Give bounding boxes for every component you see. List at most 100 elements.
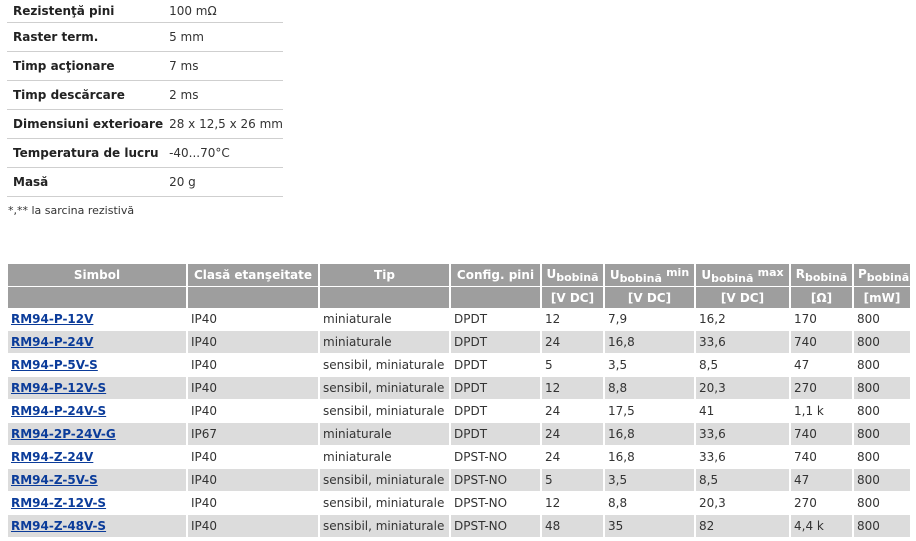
header-row: Simbol Clasă etanşeitate Tip Config. pin… xyxy=(8,264,910,286)
cell-ubobina: 48 xyxy=(540,515,603,538)
col-pbobina: Pbobină xyxy=(852,264,910,286)
cell-ubobina-min: 16,8 xyxy=(603,423,694,446)
cell-ubobina-min: 17,5 xyxy=(603,400,694,423)
product-link[interactable]: RM94-Z-5V-S xyxy=(11,473,98,487)
cell-ubobina-max: 33,6 xyxy=(694,446,789,469)
cell-pbobina: 800 xyxy=(852,446,910,469)
cell-rbobina: 740 xyxy=(789,446,852,469)
cell-tip: miniaturale xyxy=(318,308,449,331)
product-link[interactable]: RM94-P-24V xyxy=(11,335,93,349)
product-link[interactable]: RM94-P-24V-S xyxy=(11,404,106,418)
unit-cell xyxy=(8,286,186,308)
spec-row: Masă 20 g xyxy=(7,167,283,197)
product-link[interactable]: RM94-P-5V-S xyxy=(11,358,98,372)
cell-config: DPST-NO xyxy=(449,446,540,469)
col-config: Config. pini xyxy=(449,264,540,286)
cell-config: DPST-NO xyxy=(449,492,540,515)
cell-pbobina: 800 xyxy=(852,308,910,331)
spec-row: Timp descărcare 2 ms xyxy=(7,80,283,110)
product-link[interactable]: RM94-2P-24V-G xyxy=(11,427,116,441)
spec-label: Timp acţionare xyxy=(7,51,164,81)
spec-row: Temperatura de lucru -40...70°C xyxy=(7,138,283,168)
cell-ubobina: 24 xyxy=(540,446,603,469)
cell-ubobina: 24 xyxy=(540,331,603,354)
cell-simbol: RM94-P-12V-S xyxy=(8,377,186,400)
unit-cell: [V DC] xyxy=(540,286,603,308)
cell-ubobina-min: 8,8 xyxy=(603,377,694,400)
cell-pbobina: 800 xyxy=(852,469,910,492)
cell-ubobina-max: 16,2 xyxy=(694,308,789,331)
unit-cell: [Ω] xyxy=(789,286,852,308)
cell-simbol: RM94-Z-5V-S xyxy=(8,469,186,492)
cell-ubobina: 12 xyxy=(540,492,603,515)
cell-config: DPDT xyxy=(449,331,540,354)
specs-table: Rezistenţă pini 100 mΩ Raster term. 5 mm Tim… xyxy=(7,0,283,197)
table-row: RM94-P-5V-S IP40 sensibil, miniaturale DPDT… xyxy=(8,354,910,377)
cell-config: DPDT xyxy=(449,308,540,331)
product-link[interactable]: RM94-Z-24V xyxy=(11,450,93,464)
spec-label: Raster term. xyxy=(7,22,164,52)
cell-simbol: RM94-Z-24V xyxy=(8,446,186,469)
cell-simbol: RM94-Z-12V-S xyxy=(8,492,186,515)
cell-ubobina: 24 xyxy=(540,400,603,423)
table-row: RM94-P-12V-S IP40 sensibil, miniaturale DPD… xyxy=(8,377,910,400)
unit-cell: [V DC] xyxy=(603,286,694,308)
cell-ubobina: 24 xyxy=(540,423,603,446)
cell-clasa: IP40 xyxy=(186,469,318,492)
cell-pbobina: 800 xyxy=(852,400,910,423)
cell-rbobina: 4,4 k xyxy=(789,515,852,538)
cell-ubobina-max: 8,5 xyxy=(694,354,789,377)
col-simbol: Simbol xyxy=(8,264,186,286)
cell-clasa: IP40 xyxy=(186,446,318,469)
spec-label: Masă xyxy=(7,167,164,197)
cell-clasa: IP67 xyxy=(186,423,318,446)
spec-row: Raster term. 5 mm xyxy=(7,22,283,52)
spec-row: Rezistenţă pini 100 mΩ xyxy=(7,0,283,23)
cell-ubobina: 5 xyxy=(540,469,603,492)
cell-pbobina: 800 xyxy=(852,515,910,538)
unit-cell xyxy=(186,286,318,308)
cell-tip: sensibil, miniaturale xyxy=(318,354,449,377)
spec-row: Dimensiuni exterioare 28 x 12,5 x 26 mm xyxy=(7,109,283,139)
product-link[interactable]: RM94-Z-12V-S xyxy=(11,496,106,510)
cell-tip: sensibil, miniaturale xyxy=(318,515,449,538)
cell-rbobina: 170 xyxy=(789,308,852,331)
table-row: RM94-2P-24V-G IP67 miniaturale DPDT 24 16,8 33… xyxy=(8,423,910,446)
cell-ubobina: 12 xyxy=(540,308,603,331)
footnote: *,** la sarcina rezistivă xyxy=(8,204,135,217)
cell-clasa: IP40 xyxy=(186,492,318,515)
spec-row: Timp acţionare 7 ms xyxy=(7,51,283,81)
cell-ubobina-min: 16,8 xyxy=(603,331,694,354)
cell-ubobina-max: 20,3 xyxy=(694,377,789,400)
col-ubobina-max: Ubobină max xyxy=(694,264,789,286)
spec-value: 2 ms xyxy=(163,80,283,110)
spec-label: Timp descărcare xyxy=(7,80,164,110)
cell-config: DPST-NO xyxy=(449,469,540,492)
cell-ubobina-max: 82 xyxy=(694,515,789,538)
cell-config: DPST-NO xyxy=(449,515,540,538)
product-link[interactable]: RM94-P-12V xyxy=(11,312,93,326)
table-row: RM94-P-24V-S IP40 sensibil, miniaturale DPD… xyxy=(8,400,910,423)
cell-pbobina: 800 xyxy=(852,331,910,354)
spec-value: 5 mm xyxy=(163,22,283,52)
cell-tip: sensibil, miniaturale xyxy=(318,469,449,492)
col-tip: Tip xyxy=(318,264,449,286)
unit-cell xyxy=(449,286,540,308)
product-link[interactable]: RM94-P-12V-S xyxy=(11,381,106,395)
cell-simbol: RM94-P-24V xyxy=(8,331,186,354)
table-row: RM94-P-12V IP40 miniaturale DPDT 12 7,9 16,2 17… xyxy=(8,308,910,331)
cell-ubobina-max: 33,6 xyxy=(694,423,789,446)
cell-ubobina-max: 33,6 xyxy=(694,331,789,354)
cell-ubobina-min: 16,8 xyxy=(603,446,694,469)
cell-clasa: IP40 xyxy=(186,377,318,400)
product-link[interactable]: RM94-Z-48V-S xyxy=(11,519,106,533)
cell-rbobina: 270 xyxy=(789,377,852,400)
col-clasa: Clasă etanşeitate xyxy=(186,264,318,286)
spec-value: 100 mΩ xyxy=(163,0,283,23)
spec-label: Temperatura de lucru xyxy=(7,138,164,168)
cell-ubobina-min: 7,9 xyxy=(603,308,694,331)
cell-config: DPDT xyxy=(449,423,540,446)
cell-ubobina-max: 20,3 xyxy=(694,492,789,515)
table-row: RM94-Z-24V IP40 miniaturale DPST-NO 24 16,8 33… xyxy=(8,446,910,469)
cell-ubobina: 12 xyxy=(540,377,603,400)
